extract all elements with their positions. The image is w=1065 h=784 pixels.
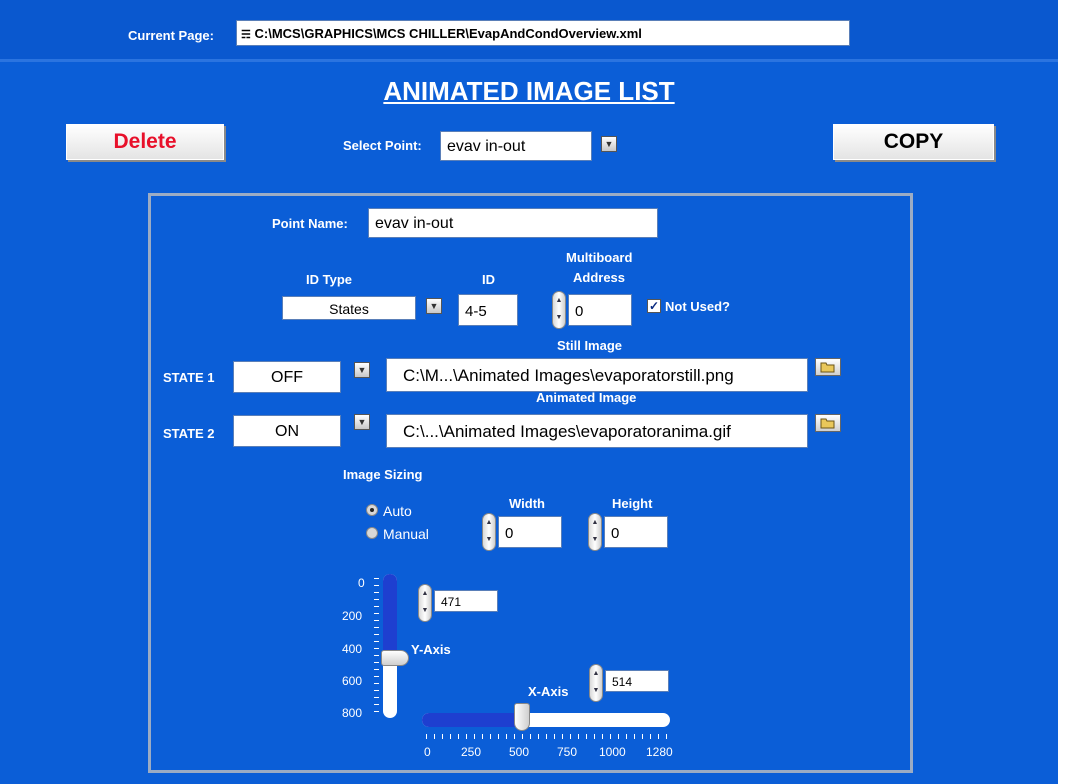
current-page-label: Current Page: — [128, 28, 214, 43]
not-used-label: Not Used? — [665, 299, 730, 314]
x-tick-label: 250 — [461, 745, 482, 759]
x-value-input[interactable]: 514 — [605, 670, 669, 692]
id-input[interactable]: 4-5 — [458, 294, 518, 326]
y-tick-label: 800 — [342, 706, 363, 720]
point-name-input[interactable]: evav in-out — [368, 208, 658, 238]
multiboard-label: Multiboard — [566, 250, 633, 265]
state2-label: STATE 2 — [163, 426, 215, 441]
current-page-field[interactable]: ☴ C:\MCS\GRAPHICS\MCS CHILLER\EvapAndCon… — [236, 20, 850, 46]
state2-browse-folder-icon[interactable] — [815, 414, 841, 432]
y-tick-label: 400 — [342, 642, 363, 656]
y-spinner-icon[interactable]: ▲ ▼ — [418, 584, 432, 622]
x-tick-label: 750 — [557, 745, 578, 759]
main-window: Current Page: ☴ C:\MCS\GRAPHICS\MCS CHIL… — [0, 0, 1058, 784]
x-axis-fill — [422, 713, 522, 727]
select-point-field[interactable]: evav in-out — [440, 131, 592, 161]
x-tick-label: 1280 — [646, 745, 673, 759]
width-input[interactable]: 0 — [498, 516, 562, 548]
state1-browse-folder-icon[interactable] — [815, 358, 841, 376]
auto-radio[interactable] — [366, 504, 378, 516]
x-tick-label: 1000 — [599, 745, 626, 759]
x-tick-label: 500 — [509, 745, 530, 759]
y-axis-ticks — [374, 578, 379, 716]
x-axis-slider[interactable] — [422, 703, 670, 731]
id-type-select[interactable]: States — [282, 296, 416, 320]
y-axis-slider[interactable] — [381, 574, 409, 718]
state1-path-input[interactable]: C:\M...\Animated Images\evaporatorstill.… — [386, 358, 808, 392]
state2-select[interactable]: ON — [233, 415, 341, 447]
state1-select[interactable]: OFF — [233, 361, 341, 393]
x-axis-ticks — [426, 734, 670, 739]
y-value-input[interactable]: 471 — [434, 590, 498, 612]
current-page-value: C:\MCS\GRAPHICS\MCS CHILLER\EvapAndCondO… — [254, 26, 642, 41]
select-point-label: Select Point: — [343, 138, 422, 153]
y-tick-label: 0 — [358, 576, 365, 590]
height-input[interactable]: 0 — [604, 516, 668, 548]
height-label: Height — [612, 496, 653, 511]
x-axis-thumb[interactable] — [514, 703, 530, 731]
y-tick-label: 600 — [342, 674, 363, 688]
id-type-dropdown-icon[interactable]: ▼ — [426, 298, 442, 314]
x-axis-label: X-Axis — [528, 684, 569, 699]
state2-path-input[interactable]: C:\...\Animated Images\evaporatoranima.g… — [386, 414, 808, 448]
hierarchy-icon: ☴ — [241, 29, 251, 41]
auto-label: Auto — [383, 503, 412, 519]
state1-label: STATE 1 — [163, 370, 215, 385]
y-axis-fill — [383, 574, 397, 654]
copy-button[interactable]: COPY — [833, 124, 994, 160]
address-spinner-icon[interactable]: ▲ ▼ — [552, 291, 566, 329]
y-axis-label: Y-Axis — [411, 642, 451, 657]
y-axis-thumb[interactable] — [381, 650, 409, 666]
delete-button[interactable]: Delete — [66, 124, 224, 160]
manual-label: Manual — [383, 526, 429, 542]
x-tick-label: 0 — [424, 745, 431, 759]
still-image-label: Still Image — [557, 338, 623, 353]
width-spinner-icon[interactable]: ▲ ▼ — [482, 513, 496, 551]
header-bar: Current Page: ☴ C:\MCS\GRAPHICS\MCS CHIL… — [0, 0, 1058, 62]
not-used-checkbox[interactable]: ✓ — [647, 299, 661, 313]
state2-dropdown-icon[interactable]: ▼ — [354, 414, 370, 430]
width-label: Width — [509, 496, 545, 511]
id-label: ID — [482, 272, 495, 287]
height-spinner-icon[interactable]: ▲ ▼ — [588, 513, 602, 551]
image-sizing-label: Image Sizing — [343, 467, 423, 482]
state1-dropdown-icon[interactable]: ▼ — [354, 362, 370, 378]
y-tick-label: 200 — [342, 609, 363, 623]
address-input[interactable]: 0 — [568, 294, 632, 326]
id-type-label: ID Type — [306, 272, 352, 287]
animated-image-label: Animated Image — [536, 390, 637, 405]
address-label: Address — [573, 270, 626, 285]
point-name-label: Point Name: — [272, 216, 348, 231]
x-spinner-icon[interactable]: ▲ ▼ — [589, 664, 603, 702]
select-point-dropdown-icon[interactable]: ▼ — [601, 136, 617, 152]
manual-radio[interactable] — [366, 527, 378, 539]
page-title: ANIMATED IMAGE LIST — [383, 76, 675, 106]
